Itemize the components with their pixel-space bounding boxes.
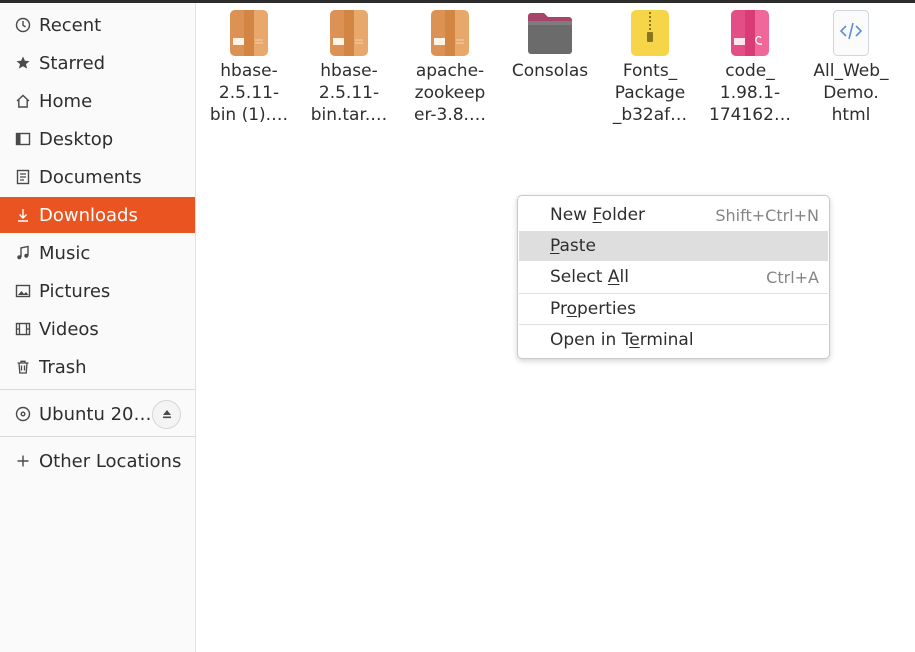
menu-item-label: Open in Terminal — [550, 330, 694, 350]
sidebar-item-label: Pictures — [39, 280, 111, 302]
deb-package-icon — [725, 8, 775, 58]
sidebar-item-label: Other Locations — [39, 450, 182, 472]
sidebar-item-pictures[interactable]: Pictures — [0, 273, 195, 309]
sidebar-item-label: Documents — [39, 166, 142, 188]
star-icon — [14, 54, 32, 72]
sidebar-item-music[interactable]: Music — [0, 235, 195, 271]
menu-item-shortcut: Ctrl+A — [766, 267, 819, 287]
sidebar-item-label: Downloads — [39, 204, 138, 226]
desktop-icon — [14, 130, 32, 148]
sidebar-item-label: Home — [39, 90, 93, 112]
eject-icon — [161, 405, 173, 424]
menu-item-label: Paste — [550, 236, 596, 256]
trash-icon — [14, 358, 32, 376]
sidebar-item-label: Ubuntu 20… — [39, 403, 152, 425]
file-item[interactable]: Fonts_ Package _b32af… — [601, 8, 699, 126]
menu-item-new-folder[interactable]: New Folder Shift+Ctrl+N — [519, 200, 828, 230]
sidebar: Recent Starred Home Desktop Documents Do… — [0, 3, 196, 652]
file-item[interactable]: code_ 1.98.1- 174162… — [701, 8, 799, 126]
sidebar-item-documents[interactable]: Documents — [0, 159, 195, 195]
sidebar-item-home[interactable]: Home — [0, 83, 195, 119]
menu-item-properties[interactable]: Properties — [519, 294, 828, 324]
home-icon — [14, 92, 32, 110]
file-item[interactable]: Consolas — [501, 8, 599, 82]
menu-item-select-all[interactable]: Select All Ctrl+A — [519, 262, 828, 292]
document-icon — [14, 168, 32, 186]
file-name: code_ 1.98.1- 174162… — [709, 61, 791, 125]
sidebar-item-label: Desktop — [39, 128, 114, 150]
file-name: Consolas — [511, 61, 589, 81]
sidebar-item-other-locations[interactable]: Other Locations — [0, 443, 195, 479]
html-file-icon — [826, 8, 876, 58]
menu-item-label: Select All — [550, 267, 629, 287]
menu-item-open-in-terminal[interactable]: Open in Terminal — [519, 325, 828, 355]
sidebar-item-recent[interactable]: Recent — [0, 7, 195, 43]
video-icon — [14, 320, 32, 338]
sidebar-item-trash[interactable]: Trash — [0, 349, 195, 385]
file-item[interactable]: apache- zookeep er-3.8.… — [401, 8, 499, 126]
sidebar-item-label: Videos — [39, 318, 99, 340]
menu-item-label: Properties — [550, 299, 636, 319]
file-name: Fonts_ Package _b32af… — [612, 61, 688, 125]
music-icon — [14, 244, 32, 262]
menu-item-paste[interactable]: Paste — [519, 231, 828, 261]
file-item[interactable]: hbase- 2.5.11- bin.tar.… — [300, 8, 398, 126]
disc-icon — [14, 405, 32, 423]
clock-icon — [14, 16, 32, 34]
folder-icon — [525, 8, 575, 58]
pictures-icon — [14, 282, 32, 300]
sidebar-item-starred[interactable]: Starred — [0, 45, 195, 81]
archive-icon — [324, 8, 374, 58]
eject-button[interactable] — [152, 400, 181, 429]
file-item[interactable]: hbase- 2.5.11- bin (1).… — [200, 8, 298, 126]
zip-icon — [625, 8, 675, 58]
file-name: apache- zookeep er-3.8.… — [414, 61, 486, 125]
sidebar-item-label: Music — [39, 242, 91, 264]
sidebar-item-label: Trash — [39, 356, 87, 378]
context-menu: New Folder Shift+Ctrl+N Paste Select All… — [517, 195, 830, 359]
sidebar-separator — [0, 436, 195, 437]
sidebar-item-videos[interactable]: Videos — [0, 311, 195, 347]
archive-icon — [425, 8, 475, 58]
archive-icon — [224, 8, 274, 58]
download-icon — [14, 206, 32, 224]
sidebar-separator — [0, 389, 195, 390]
file-name: All_Web_ Demo. html — [813, 61, 889, 125]
sidebar-item-label: Recent — [39, 14, 102, 36]
sidebar-item-label: Starred — [39, 52, 106, 74]
file-name: hbase- 2.5.11- bin (1).… — [209, 61, 289, 125]
menu-item-label: New Folder — [550, 205, 646, 225]
file-item[interactable]: All_Web_ Demo. html — [802, 8, 900, 126]
file-name: hbase- 2.5.11- bin.tar.… — [310, 61, 388, 125]
sidebar-item-downloads[interactable]: Downloads — [0, 197, 195, 233]
menu-item-shortcut: Shift+Ctrl+N — [715, 205, 819, 225]
sidebar-item-desktop[interactable]: Desktop — [0, 121, 195, 157]
plus-icon — [14, 452, 32, 470]
